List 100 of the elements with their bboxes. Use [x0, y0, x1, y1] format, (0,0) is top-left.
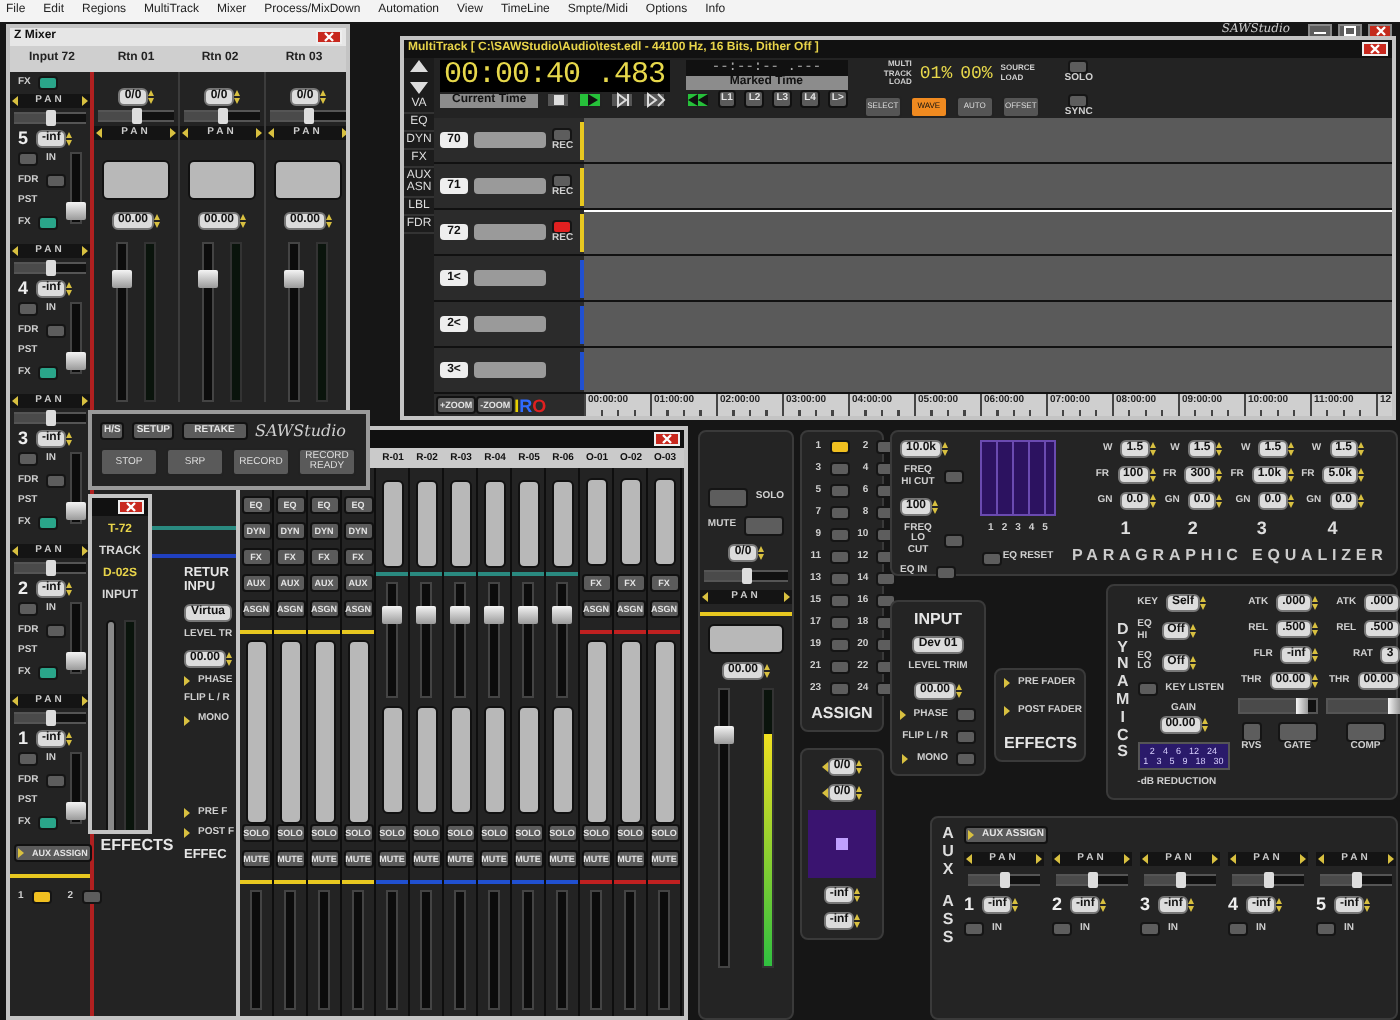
- slider-thumb[interactable]: [1352, 872, 1362, 888]
- left-arrow-icon[interactable]: [12, 546, 18, 556]
- fader-track[interactable]: [70, 452, 82, 525]
- left-arrow-icon[interactable]: [96, 128, 102, 138]
- fader-track[interactable]: [718, 688, 730, 968]
- spinner-arrows-icon[interactable]: [764, 664, 770, 678]
- toggle-button[interactable]: [1137, 682, 1158, 696]
- toggle-button[interactable]: [1228, 922, 1248, 937]
- fader-thumb[interactable]: [66, 202, 86, 221]
- spinner-arrows-icon[interactable]: [226, 651, 233, 666]
- spinner-arrows-icon[interactable]: [1190, 655, 1197, 670]
- transport-button[interactable]: [642, 92, 667, 108]
- fader-track[interactable]: [70, 752, 82, 825]
- fader-track[interactable]: [202, 242, 214, 402]
- fader-track[interactable]: [70, 302, 82, 375]
- fader-track[interactable]: [420, 890, 432, 1010]
- pad-button[interactable]: [381, 480, 403, 568]
- spinner-arrows-icon[interactable]: [956, 683, 962, 698]
- fader-track[interactable]: [386, 890, 398, 1010]
- spinner-arrows-icon[interactable]: [66, 131, 73, 146]
- pad-button[interactable]: [708, 624, 784, 654]
- spinner-arrows-icon[interactable]: [942, 442, 949, 456]
- pad-button[interactable]: [517, 480, 539, 568]
- fader-track[interactable]: [454, 582, 466, 698]
- left-arrow-icon[interactable]: [702, 592, 708, 602]
- fader-track[interactable]: [488, 582, 500, 698]
- pad-button[interactable]: [585, 640, 607, 824]
- toggle-button[interactable]: [46, 174, 67, 189]
- spinner-arrows-icon[interactable]: [1311, 596, 1318, 610]
- pad-button[interactable]: [188, 160, 256, 200]
- fader-thumb[interactable]: [66, 652, 86, 671]
- toggle-button[interactable]: [18, 302, 38, 317]
- pan-slider[interactable]: [14, 112, 86, 124]
- pad-button[interactable]: [653, 477, 675, 566]
- toggle-button[interactable]: [829, 484, 850, 498]
- toggle-button[interactable]: [552, 219, 573, 234]
- toggle-button[interactable]: [829, 462, 850, 476]
- spinner-arrows-icon[interactable]: [1216, 494, 1223, 508]
- left-arrow-icon[interactable]: [268, 128, 274, 138]
- spinner-arrows-icon[interactable]: [1287, 494, 1294, 508]
- pad-button[interactable]: [449, 706, 471, 814]
- fader-thumb[interactable]: [552, 606, 572, 624]
- spinner-arrows-icon[interactable]: [1149, 468, 1156, 482]
- pan-slider[interactable]: [1056, 874, 1128, 886]
- transport-button[interactable]: [610, 92, 635, 108]
- slider-thumb[interactable]: [1000, 872, 1010, 888]
- pan-slider[interactable]: [184, 110, 260, 122]
- toggle-button[interactable]: [18, 152, 38, 167]
- transport-button[interactable]: [578, 92, 603, 108]
- toggle-button[interactable]: [46, 324, 67, 339]
- toggle-button[interactable]: [38, 76, 59, 90]
- slider-thumb[interactable]: [1088, 872, 1098, 888]
- toggle-button[interactable]: [38, 666, 59, 681]
- spinner-arrows-icon[interactable]: [1100, 897, 1107, 912]
- fader-thumb[interactable]: [66, 802, 86, 821]
- spinner-arrows-icon[interactable]: [1311, 674, 1318, 688]
- toggle-button[interactable]: [829, 594, 850, 608]
- slider-thumb[interactable]: [46, 710, 56, 726]
- pad-button[interactable]: [415, 706, 437, 814]
- toggle-button[interactable]: [1345, 722, 1386, 742]
- fader-track[interactable]: [658, 890, 670, 1010]
- toggle-button[interactable]: [829, 550, 850, 564]
- slider-thumb[interactable]: [46, 410, 56, 426]
- toggle-button[interactable]: [1241, 722, 1262, 742]
- left-arrow-icon[interactable]: [1318, 854, 1324, 864]
- fader-track[interactable]: [624, 890, 636, 1010]
- toggle-button[interactable]: [552, 173, 573, 188]
- toggle-button[interactable]: [829, 682, 850, 696]
- pad-button[interactable]: [483, 706, 505, 814]
- toggle-button[interactable]: [829, 572, 850, 586]
- rewind-button[interactable]: [685, 91, 710, 107]
- pan-slider[interactable]: [1320, 874, 1392, 886]
- toggle-button[interactable]: [944, 470, 964, 485]
- spinner-arrows-icon[interactable]: [1287, 468, 1294, 482]
- toggle-button[interactable]: [18, 602, 38, 617]
- pad-button[interactable]: [619, 640, 641, 824]
- maximize-button[interactable]: [1338, 23, 1362, 37]
- toggle-button[interactable]: [81, 890, 102, 904]
- pad-button[interactable]: [585, 477, 607, 566]
- pad-button[interactable]: [449, 480, 471, 568]
- toggle-button[interactable]: [829, 638, 850, 652]
- track-name-field[interactable]: [474, 224, 546, 240]
- toggle-button[interactable]: [552, 127, 573, 142]
- pad-button[interactable]: [245, 640, 267, 824]
- toggle-button[interactable]: [964, 922, 984, 937]
- left-arrow-icon[interactable]: [1142, 854, 1148, 864]
- fader-track[interactable]: [70, 152, 82, 225]
- spinner-arrows-icon[interactable]: [326, 214, 332, 228]
- spinner-arrows-icon[interactable]: [1357, 468, 1364, 482]
- track-name-field[interactable]: [474, 316, 546, 332]
- spinner-arrows-icon[interactable]: [154, 214, 160, 228]
- slider-thumb[interactable]: [46, 560, 56, 576]
- pad-button[interactable]: [551, 706, 573, 814]
- pad-button[interactable]: [102, 160, 170, 200]
- pan-slider[interactable]: [270, 110, 346, 122]
- transport-button[interactable]: [546, 92, 571, 108]
- fader-track[interactable]: [556, 582, 568, 698]
- fader-track[interactable]: [288, 242, 300, 402]
- fader-track[interactable]: [556, 890, 568, 1010]
- left-arrow-icon[interactable]: [12, 96, 18, 106]
